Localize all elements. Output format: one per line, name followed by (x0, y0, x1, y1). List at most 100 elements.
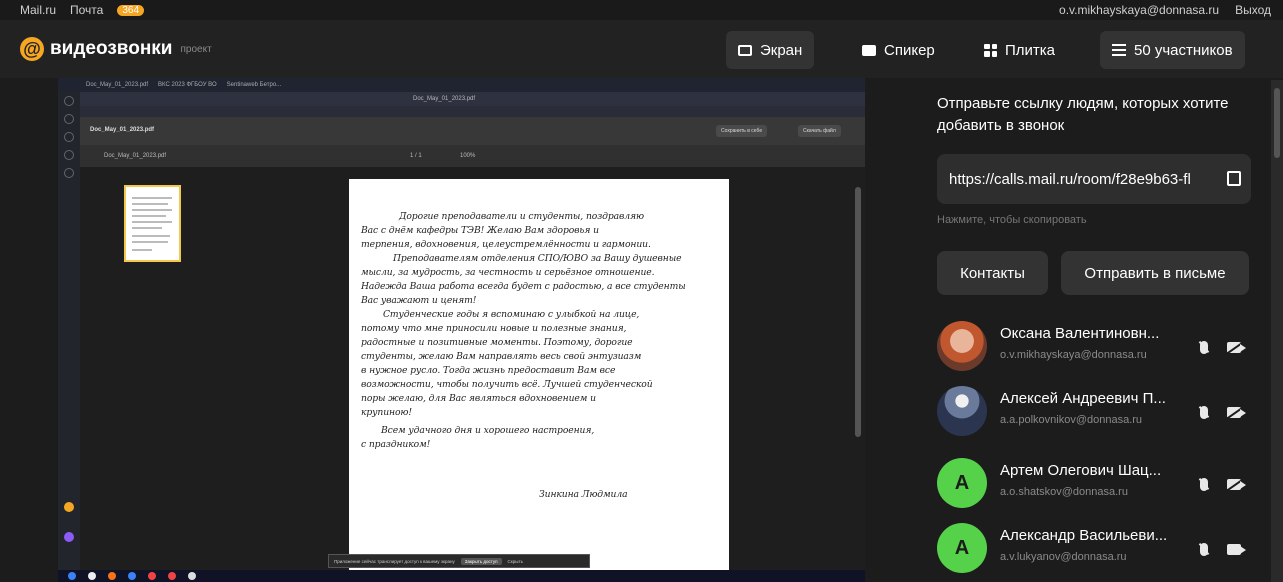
logout-link[interactable]: Выход (1235, 3, 1271, 17)
participant-email: a.a.polkovnikov@donnasa.ru (1000, 414, 1143, 426)
speaker-button-label: Спикер (884, 41, 935, 59)
browser-sidebar (58, 92, 80, 570)
pdf-zoom: 100% (460, 153, 476, 159)
mail-count-badge: 364 (117, 4, 145, 16)
pdf-viewer-title: Doc_May_01_2023.pdf (104, 153, 167, 159)
participant-avatar: A (937, 458, 987, 508)
participants-button-label: 50 участников (1134, 41, 1233, 59)
notice-text: Приложение сейчас транслирует доступ к в… (334, 558, 455, 564)
letter-line: в нужное русло. Тогда жизнь предоставит … (361, 365, 616, 376)
microphone-muted-icon[interactable] (1200, 341, 1208, 354)
bookmarks-bar (58, 106, 865, 117)
letter-line: терпения, вдохновения, целеустремлённост… (361, 239, 651, 250)
notice-stop-button: Закрыть доступ (460, 557, 502, 565)
participant-email: a.v.lukyanov@donnasa.ru (1000, 551, 1127, 563)
app-name: видеозвонки (50, 38, 173, 59)
camera-off-icon[interactable] (1227, 479, 1241, 490)
participant-name: Алексей Андреевич П... (1000, 390, 1166, 407)
room-link-field[interactable]: https://calls.mail.ru/room/f28e9b63-fl (937, 154, 1251, 204)
microphone-muted-icon[interactable] (1200, 543, 1208, 556)
letter-signature: Зинкина Людмила (539, 489, 628, 500)
pdf-top-bar: Doc_May_01_2023.pdf Сохранить в себе Ска… (80, 117, 865, 145)
participant-email: a.o.shatskov@donnasa.ru (1000, 486, 1128, 498)
participants-panel: Отправьте ссылку людям, которых хотите д… (918, 78, 1283, 582)
letter-line: с праздником! (361, 439, 431, 450)
invite-text: Отправьте ссылку людям, которых хотите д… (937, 95, 1229, 134)
tile-button-label: Плитка (1005, 41, 1056, 59)
browser-address-bar: Doc_May_01_2023.pdf (58, 92, 865, 106)
mailru-link[interactable]: Mail.ru (20, 3, 56, 17)
copy-hint: Нажмите, чтобы скопировать (937, 214, 1087, 226)
pdf-scrollbar (855, 187, 861, 437)
app-logo[interactable]: @ видеозвонки проект (20, 37, 212, 61)
address-text: Doc_May_01_2023.pdf (413, 96, 476, 102)
copy-icon[interactable] (1227, 171, 1241, 186)
participant-item[interactable]: A Артем Олегович Шац... a.o.shatskov@don… (937, 453, 1257, 513)
participant-name: Оксана Валентиновн... (1000, 325, 1160, 342)
camera-icon[interactable] (1227, 544, 1241, 555)
participant-item[interactable]: A Александр Васильеви... a.v.lukyanov@do… (937, 518, 1257, 578)
pdf-doc-name: Doc_May_01_2023.pdf (90, 127, 155, 133)
participant-avatar (937, 321, 987, 371)
participant-name: Александр Васильеви... (1000, 527, 1168, 544)
participants-button[interactable]: 50 участников (1100, 31, 1245, 69)
camera-off-icon[interactable] (1227, 407, 1241, 418)
browser-tab: ВКС 2023 ФГБОУ ВО (158, 82, 217, 88)
pdf-page-counter: 1 / 1 (410, 153, 422, 159)
participant-item[interactable]: Алексей Андреевич П... a.a.polkovnikov@d… (937, 381, 1257, 441)
at-logo-icon: @ (20, 37, 44, 61)
speaker-button[interactable]: Спикер (850, 31, 947, 69)
panel-scrollbar[interactable] (1271, 80, 1283, 582)
tile-button[interactable]: Плитка (972, 31, 1067, 69)
letter-line: поры желаю, для Вас являться вдохновение… (361, 393, 596, 404)
windows-taskbar (58, 570, 865, 582)
list-icon (1112, 44, 1126, 56)
browser-tab: Doc_May_01_2023.pdf (86, 82, 149, 88)
pdf-page: Дорогие преподаватели и студенты, поздра… (349, 179, 729, 574)
microphone-muted-icon[interactable] (1200, 478, 1208, 491)
letter-line: Всем удачного дня и хорошего настроения, (381, 425, 595, 436)
screen-share-notice: Приложение сейчас транслирует доступ к в… (328, 554, 590, 568)
project-badge: проект (180, 43, 212, 55)
app-header: @ видеозвонки проект Экран Спикер Плитка… (0, 20, 1283, 78)
letter-line: радостные и позитивные моменты. Поэтому,… (361, 337, 633, 348)
camera-off-icon[interactable] (1227, 342, 1241, 353)
letter-line: потому что мне приносили новые и полезны… (361, 323, 627, 334)
pdf-save-button: Сохранить в себе (716, 125, 768, 137)
letter-line: Дорогие преподаватели и студенты, поздра… (399, 211, 644, 222)
letter-line: Преподавателям отделения СПО/ЮВО за Вашу… (393, 253, 682, 264)
participant-email: o.v.mikhayskaya@donnasa.ru (1000, 349, 1147, 361)
screen-button-label: Экран (760, 41, 803, 59)
pochta-link[interactable]: Почта (70, 3, 103, 17)
screen-button[interactable]: Экран (726, 31, 815, 69)
browser-tab: Sentinaweb Бетро... (226, 82, 282, 88)
grid-icon (984, 43, 997, 57)
notice-hide-link: Скрыть (507, 558, 523, 564)
letter-line: студенты, желаю Вам направлять весь свой… (361, 351, 642, 362)
letter-line: Вас уважают и ценят! (361, 295, 477, 306)
screen-icon (738, 44, 752, 56)
mailru-topbar: Mail.ru Почта 364 o.v.mikhayskaya@donnas… (0, 0, 1283, 20)
letter-line: крупиною! (361, 407, 412, 418)
speaker-icon (862, 44, 876, 56)
letter-line: Надежда Ваша работа всегда будет с радос… (361, 281, 686, 292)
pdf-toolbar: Doc_May_01_2023.pdf 1 / 1 100% (80, 145, 865, 167)
letter-line: возможности, чтобы получить всё. Лучшей … (361, 379, 653, 390)
letter-line: Студенческие годы я вспоминаю с улыбкой … (383, 309, 640, 320)
participant-item[interactable]: Оксана Валентиновн... o.v.mikhayskaya@do… (937, 316, 1257, 376)
pdf-download-button: Скачать файл (798, 125, 841, 137)
room-link: https://calls.mail.ru/room/f28e9b63-fl (949, 170, 1191, 188)
contacts-button[interactable]: Контакты (937, 251, 1048, 295)
browser-tab-strip: Doc_May_01_2023.pdf ВКС 2023 ФГБОУ ВО Se… (58, 78, 865, 92)
microphone-muted-icon[interactable] (1200, 406, 1208, 419)
shared-screen: Doc_May_01_2023.pdf ВКС 2023 ФГБОУ ВО Se… (58, 78, 865, 582)
pdf-viewer: Doc_May_01_2023.pdf 1 / 1 100% Дорогие п… (80, 145, 865, 574)
pdf-page-thumbnail (124, 185, 181, 262)
letter-line: Вас с днём кафедры ТЭВ! Желаю Вам здоров… (361, 225, 599, 236)
send-mail-button[interactable]: Отправить в письме (1061, 251, 1249, 295)
participant-name: Артем Олегович Шац... (1000, 462, 1162, 479)
participant-avatar: A (937, 523, 987, 573)
participant-avatar (937, 386, 987, 436)
letter-line: мысли, за мудрость, за честность и серьё… (361, 267, 655, 278)
account-menu[interactable]: o.v.mikhayskaya@donnasa.ru (1059, 3, 1219, 17)
